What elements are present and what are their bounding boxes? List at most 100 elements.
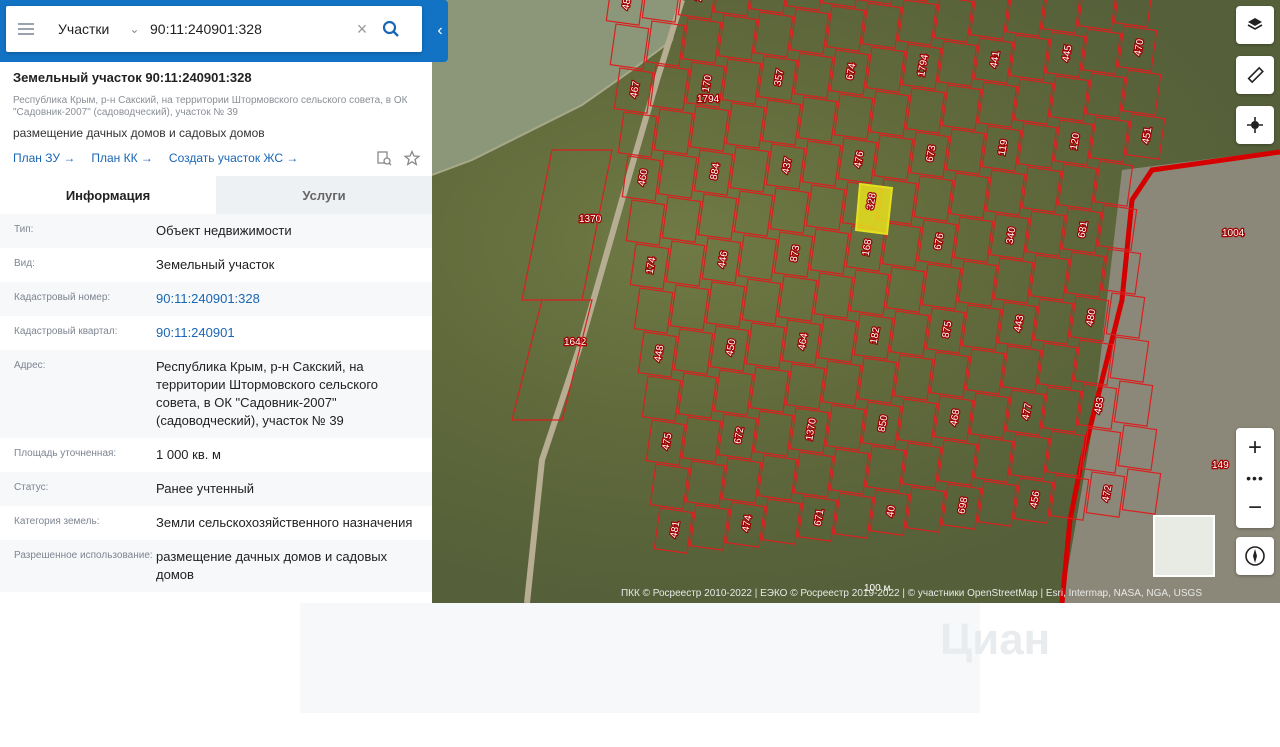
parcel-outline	[801, 140, 842, 187]
search-bar: Участки ⌄ ×	[6, 6, 422, 52]
print-icon[interactable]	[376, 150, 392, 166]
parcel-number-label: 168	[861, 238, 875, 257]
parcel-outline	[921, 263, 962, 310]
parcel-outline	[913, 175, 954, 222]
parcel-outline	[1049, 75, 1090, 122]
row-value: Земельный участок	[156, 257, 275, 272]
parcel-outline	[825, 404, 866, 451]
parcel-number-label: 470	[1133, 38, 1147, 57]
parcel-outline	[809, 228, 850, 275]
parcel-number-label: 460	[637, 168, 651, 187]
parcel-outline	[761, 498, 802, 545]
info-row-area: Площадь уточненная: 1 000 кв. м	[0, 438, 432, 472]
tab-services[interactable]: Услуги	[216, 176, 432, 214]
parcel-outline	[889, 310, 930, 357]
parcel-outline	[777, 275, 818, 322]
object-type-select[interactable]: Участки ⌄	[46, 21, 150, 37]
row-value: размещение дачных домов и садовых домов	[156, 549, 388, 582]
parcel-outline	[793, 52, 834, 99]
parcel-outline	[697, 193, 738, 240]
parcel-outline	[669, 284, 710, 331]
map-view[interactable]: 328 489257397308691734933574671703576741…	[432, 0, 1280, 603]
parcel-outline	[753, 410, 794, 457]
parcel-outline	[749, 366, 790, 413]
parcel-outline	[905, 486, 946, 533]
parcel-number-label: 448	[653, 344, 667, 363]
parcel-outline	[977, 81, 1018, 128]
parcel-outline	[789, 8, 830, 55]
info-row-permitted-use: Разрешенное использование: размещение да…	[0, 540, 432, 592]
parcel-outline	[961, 304, 1002, 351]
parcel-outline	[633, 287, 674, 334]
parcel-number-label: 464	[797, 332, 811, 351]
parcel-outline	[821, 360, 862, 407]
parcel-number-label: 456	[1029, 490, 1043, 509]
parcel-number-label: 441	[989, 50, 1003, 69]
parcel-number-label: 445	[1061, 44, 1075, 63]
compass-button[interactable]	[1236, 537, 1274, 575]
layers-icon	[1247, 18, 1263, 30]
plan-zu-link[interactable]: План ЗУ →	[13, 151, 75, 165]
parcel-outline	[717, 14, 758, 61]
parcel-subtitle-address: Республика Крым, р-н Сакский, на террито…	[13, 95, 408, 118]
parcel-number-label: 1794	[916, 53, 931, 77]
parcel-outline	[785, 363, 826, 410]
parcel-number-label: 450	[725, 338, 739, 357]
parcel-outline	[713, 0, 754, 17]
parcel-outline	[665, 240, 706, 287]
parcel-outline	[689, 105, 730, 152]
plan-kk-link[interactable]: План КК →	[91, 151, 153, 165]
parcel-number-label: 467	[629, 80, 643, 99]
parcel-outline	[681, 416, 722, 463]
parcel-outline	[825, 5, 866, 52]
star-icon[interactable]	[404, 150, 420, 166]
row-key: Кадастровый квартал:	[14, 326, 118, 337]
zoom-in-button[interactable]: +	[1236, 428, 1274, 468]
parcel-outline	[1005, 0, 1046, 37]
parcel-outline	[741, 278, 782, 325]
minimap[interactable]	[1153, 515, 1215, 577]
parcel-outline	[953, 216, 994, 263]
map-attribution: ПКК © Росреестр 2010-2022 | ЕЭКО © Росре…	[620, 587, 1202, 599]
parcel-outline	[1113, 0, 1154, 28]
search-icon	[382, 20, 399, 37]
collapse-panel-button[interactable]: ‹	[432, 0, 448, 62]
search-input[interactable]	[150, 21, 350, 37]
parcel-outline	[1077, 0, 1118, 31]
parcel-outline	[949, 172, 990, 219]
row-value: Республика Крым, р-н Сакский, на террито…	[156, 359, 379, 428]
search-button[interactable]	[374, 20, 408, 38]
zoom-more-button[interactable]: •••	[1236, 468, 1274, 488]
parcel-number-label: 174	[645, 256, 659, 275]
parcel-outline	[1017, 122, 1058, 169]
zoom-out-button[interactable]: −	[1236, 488, 1274, 528]
compass-icon	[1245, 546, 1265, 566]
parcel-outline	[681, 17, 722, 64]
parcel-outline	[721, 457, 762, 504]
parcel-outline	[737, 234, 778, 281]
parcel-outline	[749, 0, 790, 14]
parcel-outline	[829, 448, 870, 495]
clear-search-button[interactable]: ×	[350, 19, 374, 40]
parcel-outline	[821, 0, 862, 8]
cadastral-number-link[interactable]: 90:11:240901:328	[156, 290, 418, 308]
create-zhs-link[interactable]: Создать участок ЖС →	[169, 151, 298, 165]
parcel-number-label: 1004	[1222, 228, 1245, 239]
parcel-outline	[653, 108, 694, 155]
parcel-number-label: 446	[717, 250, 731, 269]
parcel-outline	[793, 451, 834, 498]
parcel-outline	[1121, 69, 1162, 116]
menu-button[interactable]	[6, 6, 46, 52]
map-canvas[interactable]: 328 489257397308691734933574671703576741…	[432, 0, 1280, 603]
layers-button[interactable]	[1236, 6, 1274, 44]
cadastral-quarter-link[interactable]: 90:11:240901	[156, 324, 418, 342]
tab-info[interactable]: Информация	[0, 176, 216, 214]
parcel-outline	[1013, 78, 1054, 125]
locate-button[interactable]	[1236, 106, 1274, 144]
ruler-button[interactable]	[1236, 56, 1274, 94]
parcel-outline	[1029, 254, 1070, 301]
parcel-number-label: 476	[853, 150, 867, 169]
parcel-outline	[713, 369, 754, 416]
parcel-outline	[1081, 28, 1122, 75]
parcel-outline	[797, 96, 838, 143]
